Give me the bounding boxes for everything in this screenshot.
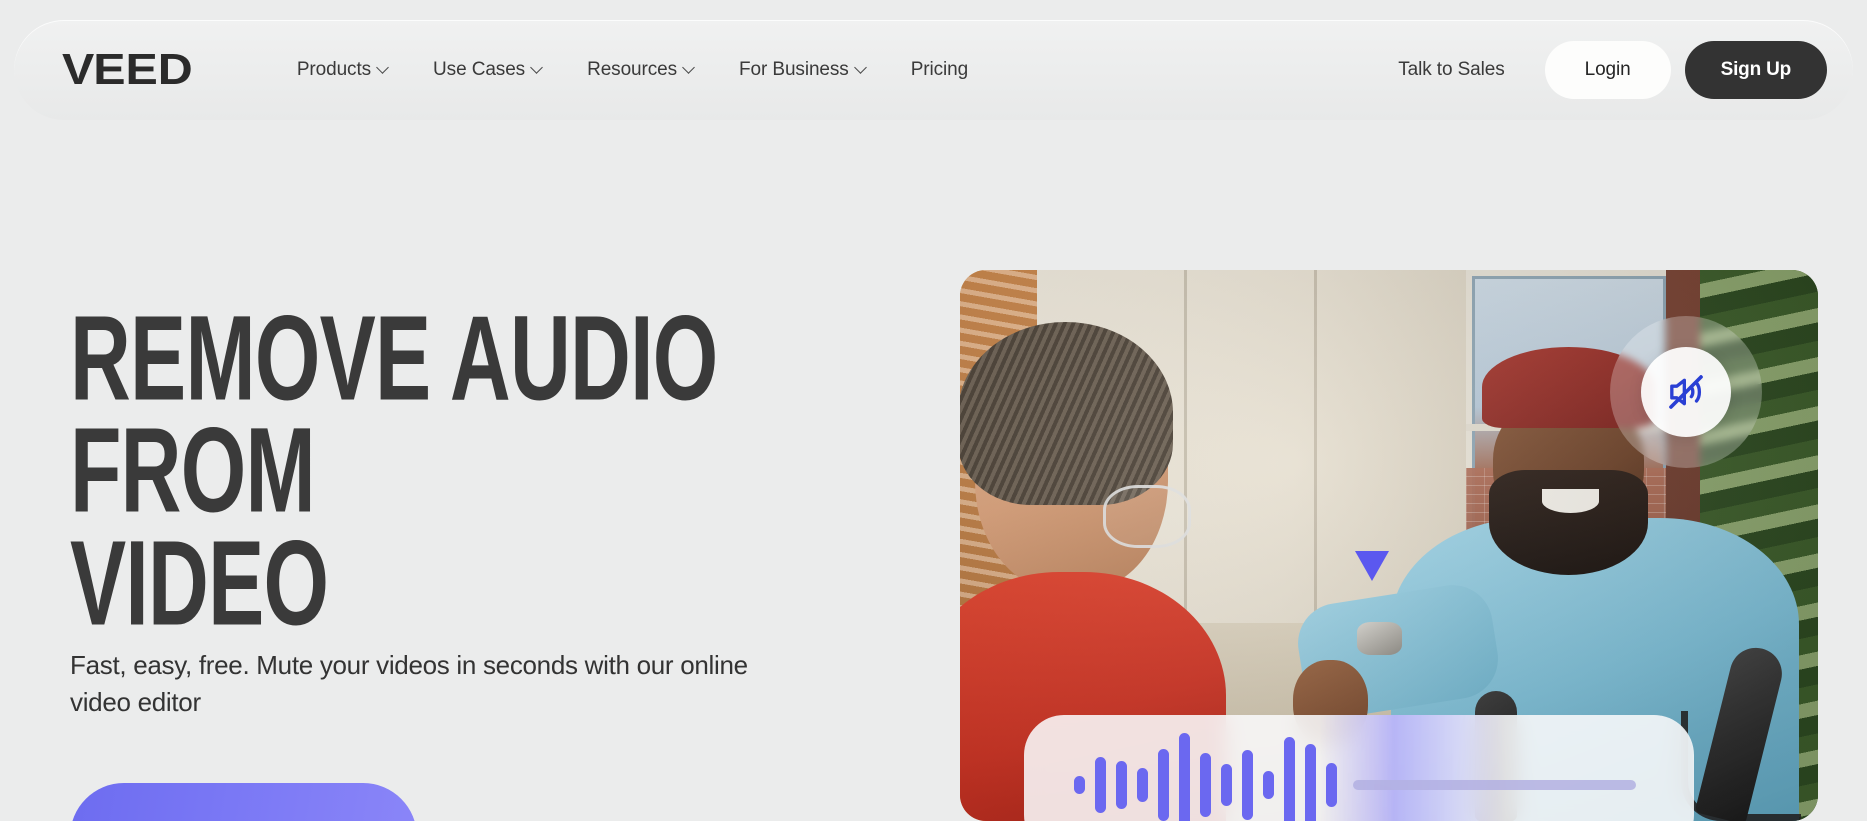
nav-actions-group: Talk to Sales Login Sign Up bbox=[1378, 41, 1827, 99]
veed-logo[interactable]: V E E D bbox=[62, 45, 193, 94]
nav-item-for-business-label: For Business bbox=[739, 59, 849, 80]
nav-item-pricing[interactable]: Pricing bbox=[889, 49, 990, 91]
talk-to-sales-link[interactable]: Talk to Sales bbox=[1378, 49, 1524, 91]
silenced-audio-line bbox=[1353, 780, 1636, 790]
chevron-down-icon bbox=[378, 63, 389, 74]
nav-item-resources[interactable]: Resources bbox=[565, 49, 717, 91]
waveform-bar bbox=[1179, 733, 1191, 821]
chevron-down-icon bbox=[856, 63, 867, 74]
nav-item-resources-label: Resources bbox=[587, 59, 677, 80]
logo-letter-v: V bbox=[62, 45, 94, 94]
waveform-bar bbox=[1074, 776, 1086, 794]
nav-item-use-cases-label: Use Cases bbox=[433, 59, 526, 80]
waveform-bar bbox=[1284, 737, 1296, 821]
audio-waveform-card[interactable] bbox=[1024, 715, 1694, 821]
nav-item-products-label: Products bbox=[296, 59, 372, 80]
chevron-down-icon bbox=[684, 63, 695, 74]
mute-badge-inner bbox=[1641, 347, 1731, 437]
landing-page: V E E D Products Use Cases Resources For… bbox=[0, 0, 1867, 821]
page-title: REMOVE AUDIO FROM VIDEO bbox=[70, 289, 718, 651]
hero-video-preview[interactable] bbox=[960, 270, 1818, 821]
logo-letter-e1: E bbox=[93, 45, 125, 94]
waveform-bar bbox=[1263, 771, 1275, 799]
waveform-bar bbox=[1200, 753, 1212, 817]
nav-item-use-cases[interactable]: Use Cases bbox=[411, 49, 565, 91]
logo-letter-e2: E bbox=[125, 45, 157, 94]
waveform-bar bbox=[1116, 761, 1128, 809]
waveform-bars bbox=[1074, 733, 1338, 821]
signup-button[interactable]: Sign Up bbox=[1684, 41, 1827, 99]
hero-subheadline: Fast, easy, free. Mute your videos in se… bbox=[70, 650, 748, 718]
waveform-bar bbox=[1221, 764, 1233, 806]
waveform-bar bbox=[1326, 763, 1338, 807]
nav-item-for-business[interactable]: For Business bbox=[717, 49, 889, 91]
logo-letter-d: D bbox=[157, 45, 193, 94]
waveform-bar bbox=[1137, 768, 1149, 802]
nav-links-group: Products Use Cases Resources For Busines… bbox=[275, 49, 990, 91]
waveform-bar bbox=[1305, 744, 1317, 821]
waveform-bar bbox=[1095, 757, 1107, 813]
playhead-marker[interactable] bbox=[1354, 551, 1389, 581]
waveform-bar bbox=[1242, 750, 1254, 820]
nav-item-pricing-label: Pricing bbox=[910, 59, 969, 80]
mute-badge[interactable] bbox=[1610, 316, 1762, 468]
choose-video-button[interactable]: Choose Video bbox=[70, 783, 418, 821]
speaker-muted-icon bbox=[1669, 375, 1703, 409]
waveform-bar bbox=[1158, 749, 1170, 821]
nav-item-products[interactable]: Products bbox=[275, 49, 411, 91]
main-navigation-bar: V E E D Products Use Cases Resources For… bbox=[14, 20, 1853, 120]
login-button[interactable]: Login bbox=[1544, 41, 1671, 99]
hero-text-column: REMOVE AUDIO FROM VIDEO Fast, easy, free… bbox=[70, 297, 910, 821]
chevron-down-icon bbox=[532, 63, 543, 74]
